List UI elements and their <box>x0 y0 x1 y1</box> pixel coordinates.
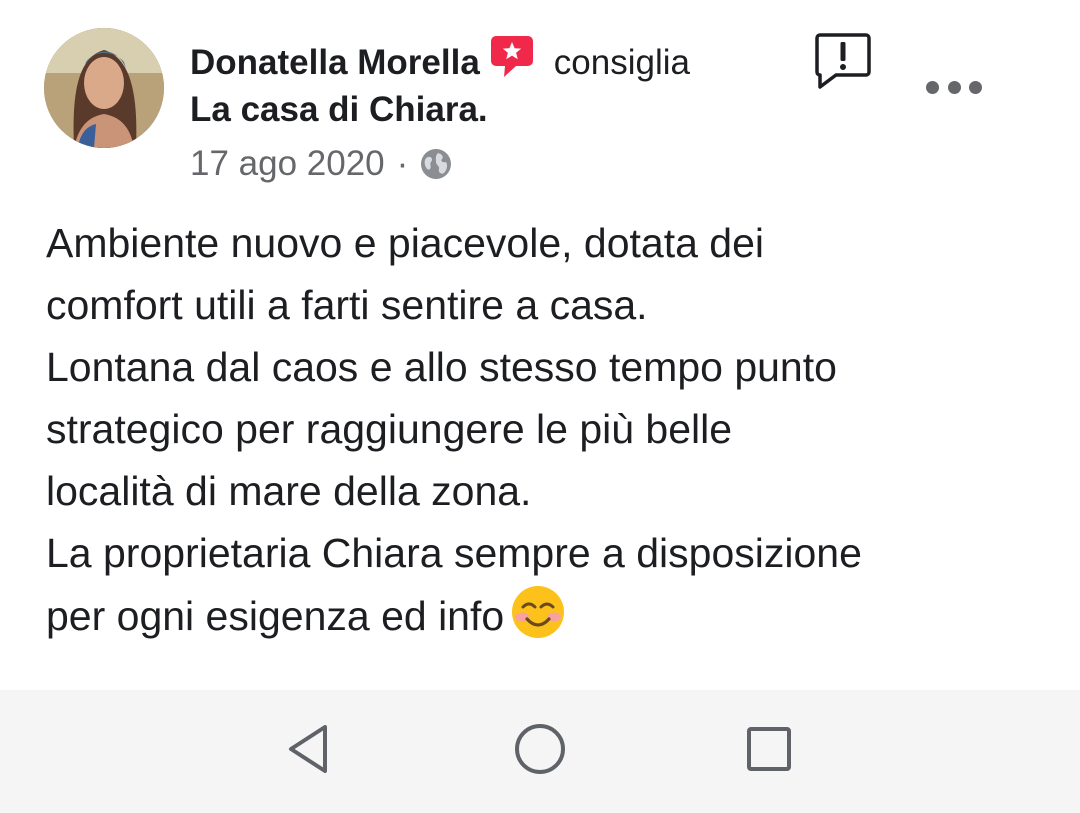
author-avatar[interactable] <box>44 28 164 148</box>
post-body-line: La proprietaria Chiara sempre a disposiz… <box>46 530 862 576</box>
post-body-line: per ogni esigenza ed info <box>46 593 505 639</box>
recommendation-post: Donatella Morella consiglia La casa di C… <box>0 0 1080 690</box>
back-icon[interactable] <box>273 714 343 784</box>
author-name[interactable]: Donatella Morella <box>190 43 480 83</box>
home-icon[interactable] <box>505 714 575 784</box>
post-date[interactable]: 17 ago 2020 <box>190 144 385 184</box>
recommend-star-icon <box>490 34 534 80</box>
post-header-line: Donatella Morella consiglia <box>190 36 690 86</box>
meta-separator: · <box>396 144 409 183</box>
system-navigation-bar <box>0 690 1080 813</box>
globe-icon[interactable] <box>420 148 452 180</box>
post-body-line: località di mare della zona. <box>46 468 532 514</box>
recommended-page-name[interactable]: La casa di Chiara. <box>190 90 488 130</box>
post-body-line: strategico per raggiungere le più belle <box>46 406 733 452</box>
more-dot <box>947 80 961 94</box>
more-dot <box>926 80 939 94</box>
post-body-line: Ambiente nuovo e piacevole, dotata dei <box>46 220 765 266</box>
post-meta: 17 ago 2020 · <box>190 142 452 186</box>
more-dot <box>969 80 982 94</box>
recents-icon[interactable] <box>734 714 804 784</box>
recommends-label: consiglia <box>553 43 690 82</box>
more-options-icon[interactable] <box>926 72 982 102</box>
post-body-line: comfort utili a farti sentire a casa. <box>46 282 648 328</box>
smiling-face-icon <box>510 584 566 640</box>
avatar-photo <box>44 28 164 148</box>
post-body-last-line: per ogni esigenza ed info <box>46 584 1046 647</box>
report-icon[interactable] <box>812 30 874 92</box>
post-body-line: Lontana dal caos e allo stesso tempo pun… <box>46 344 837 390</box>
post-body: Ambiente nuovo e piacevole, dotata dei c… <box>46 212 1046 647</box>
